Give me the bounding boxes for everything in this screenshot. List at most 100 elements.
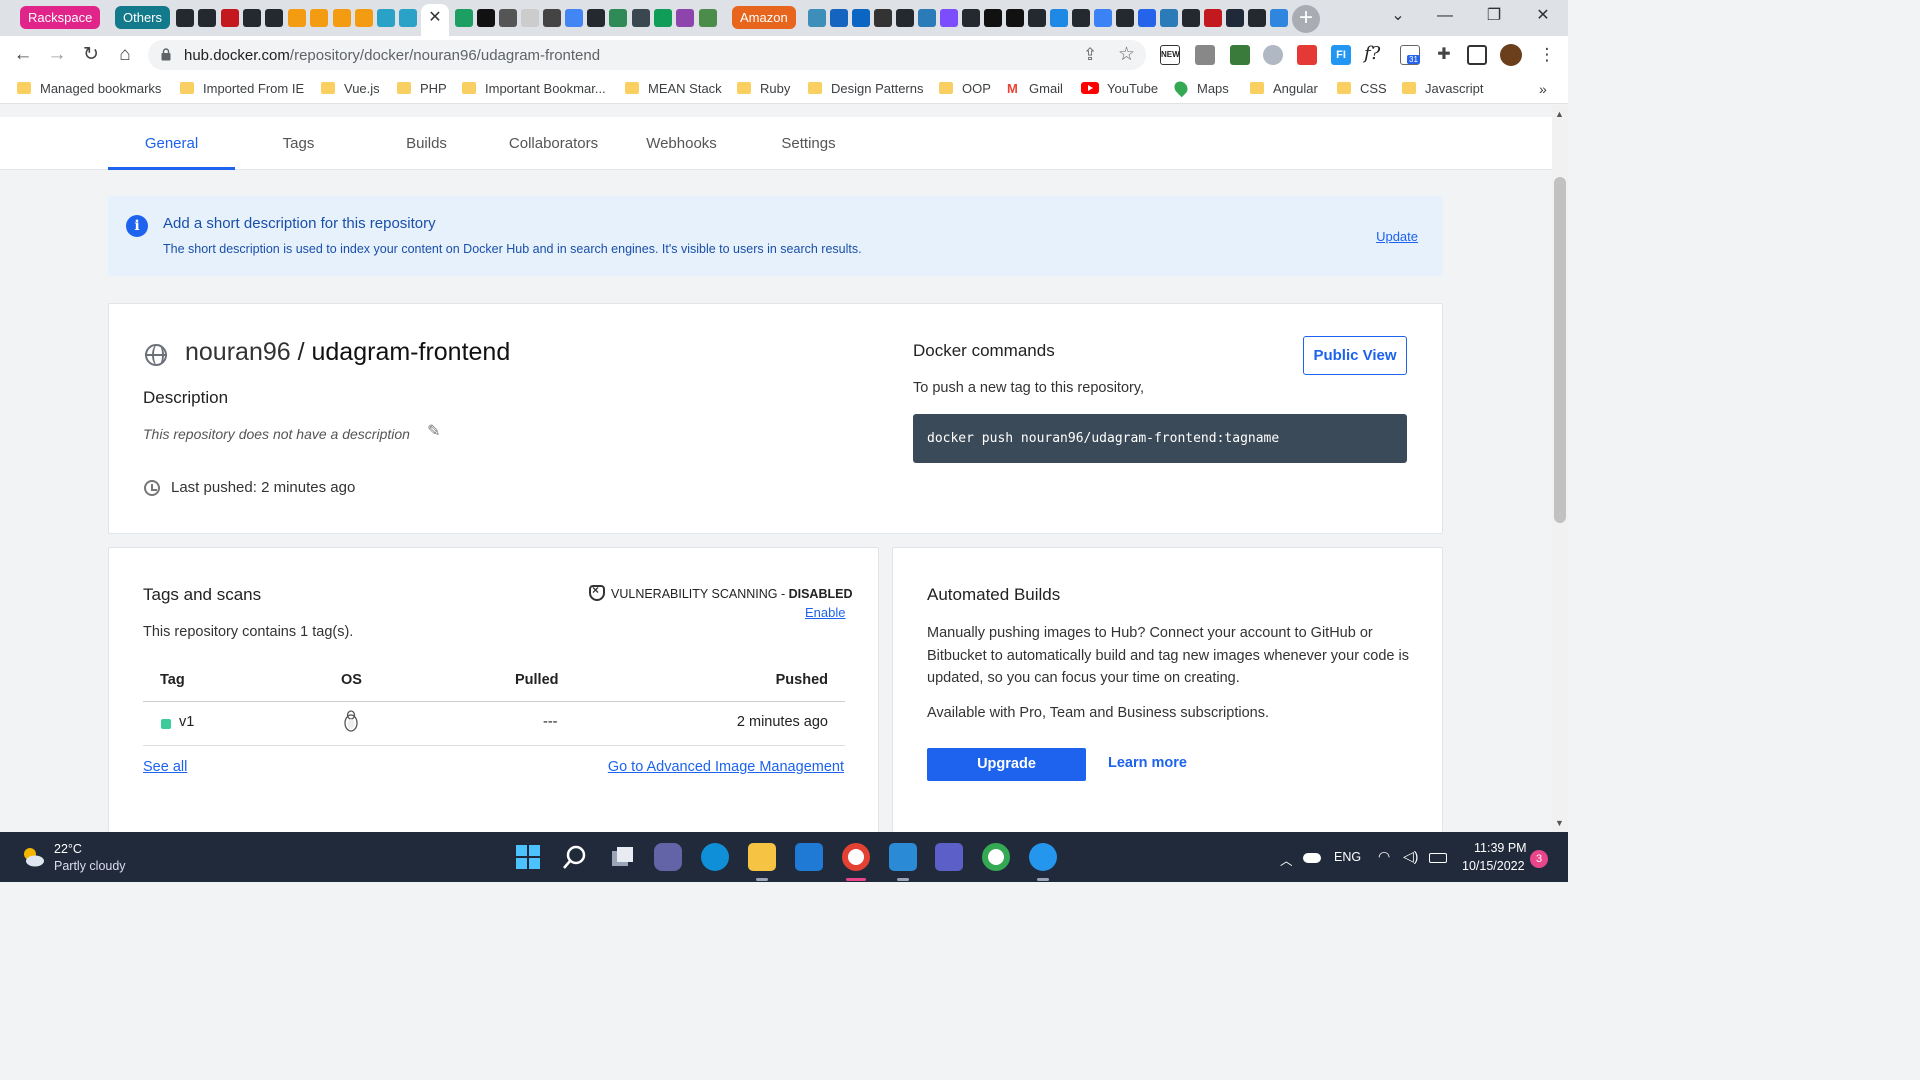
github-tab-icon[interactable] <box>1028 9 1046 27</box>
formula-extension-icon[interactable]: f? <box>1364 45 1384 65</box>
hex-tab-icon[interactable] <box>1138 9 1156 27</box>
bookmark-mean-stack[interactable]: MEAN Stack <box>625 81 722 96</box>
forward-arrow-icon[interactable]: → <box>46 44 68 66</box>
bookmark-maps[interactable]: Maps <box>1171 78 1229 98</box>
bookmark-vuejs[interactable]: Vue.js <box>321 81 380 96</box>
bookmark-important[interactable]: Important Bookmar... <box>462 81 606 96</box>
browser-menu-icon[interactable]: ⋮ <box>1536 44 1558 66</box>
tab-group-amazon[interactable]: Amazon <box>732 6 796 29</box>
docker-desktop-icon[interactable] <box>1029 843 1057 871</box>
volume-icon[interactable]: ◁) <box>1403 848 1418 865</box>
bookmark-gmail[interactable]: M Gmail <box>1007 81 1063 96</box>
see-all-link[interactable]: See all <box>143 759 187 775</box>
bookmark-youtube[interactable]: YouTube <box>1081 81 1158 96</box>
enable-scanning-link[interactable]: Enable <box>805 605 845 620</box>
pen-tab-icon[interactable] <box>676 9 694 27</box>
tag-name[interactable]: v1 <box>179 714 194 730</box>
new-tab-button[interactable]: + <box>1292 5 1320 33</box>
tab-webhooks[interactable]: Webhooks <box>618 135 745 152</box>
tab-tags[interactable]: Tags <box>235 135 362 152</box>
scroll-up-arrow-icon[interactable]: ▲ <box>1555 109 1564 119</box>
link-tab-icon[interactable] <box>699 9 717 27</box>
shield-tab-icon[interactable] <box>654 9 672 27</box>
task-view-icon[interactable] <box>608 843 636 871</box>
edge-tab-icon[interactable] <box>355 9 373 27</box>
settings-tab-icon[interactable] <box>1226 9 1244 27</box>
dev-tab-icon[interactable] <box>399 9 417 27</box>
github-tab-icon[interactable] <box>265 9 283 27</box>
profile-avatar[interactable] <box>1500 44 1522 66</box>
github-tab-icon[interactable] <box>1248 9 1266 27</box>
chatgpt-tab-icon[interactable] <box>455 9 473 27</box>
clock-time[interactable]: 11:39 PM <box>1474 841 1527 855</box>
edge-tab-icon[interactable] <box>310 9 328 27</box>
vscode-icon[interactable] <box>889 843 917 871</box>
tab-builds[interactable]: Builds <box>363 135 490 152</box>
update-link[interactable]: Update <box>1376 229 1418 244</box>
table-row[interactable]: v1 --- 2 minutes ago <box>143 702 845 746</box>
firefox-tab-icon[interactable] <box>1270 9 1288 27</box>
medium-tab-icon[interactable] <box>477 9 495 27</box>
notification-badge[interactable]: 3 <box>1530 850 1548 868</box>
wifi-icon[interactable]: ◠ <box>1378 848 1390 865</box>
teams-icon[interactable] <box>935 843 963 871</box>
github-tab-icon[interactable] <box>176 9 194 27</box>
camera-extension-icon[interactable] <box>1195 45 1215 65</box>
bookmark-design-patterns[interactable]: Design Patterns <box>808 81 924 96</box>
battery-icon[interactable] <box>1429 853 1447 863</box>
teams-chat-icon[interactable] <box>654 843 682 871</box>
docker-push-command[interactable]: docker push nouran96/udagram-frontend:ta… <box>913 414 1407 463</box>
onedrive-icon[interactable] <box>1303 853 1321 863</box>
new-badge-extension-icon[interactable]: NEW <box>1160 45 1180 65</box>
reload-icon[interactable]: ↻ <box>80 44 102 66</box>
github-tab-icon[interactable] <box>962 9 980 27</box>
circle-tab-icon[interactable] <box>632 9 650 27</box>
bookmark-managed[interactable]: Managed bookmarks <box>17 81 161 96</box>
bookmark-oop[interactable]: OOP <box>939 81 991 96</box>
tab-settings[interactable]: Settings <box>745 135 872 152</box>
public-view-button[interactable]: Public View <box>1303 336 1407 375</box>
picker-extension-icon[interactable] <box>1230 45 1250 65</box>
advanced-image-management-link[interactable]: Go to Advanced Image Management <box>608 759 844 775</box>
drive-tab-icon[interactable] <box>565 9 583 27</box>
dev-tab-icon[interactable] <box>377 9 395 27</box>
back-arrow-icon[interactable]: ← <box>12 44 34 66</box>
bookmark-css[interactable]: CSS <box>1337 81 1387 96</box>
partly-cloudy-icon[interactable] <box>20 844 46 870</box>
github-tab-icon[interactable] <box>1116 9 1134 27</box>
globe-tab-icon[interactable] <box>499 9 517 27</box>
home-icon[interactable]: ⌂ <box>114 44 136 66</box>
github-tab-icon[interactable] <box>1182 9 1200 27</box>
tab-group-others[interactable]: Others <box>115 6 171 29</box>
search-icon[interactable] <box>561 843 589 871</box>
extensions-puzzle-icon[interactable]: ✚ <box>1434 45 1454 65</box>
edge-icon[interactable] <box>701 843 729 871</box>
mail-icon[interactable] <box>795 843 823 871</box>
edge-tab-icon[interactable] <box>333 9 351 27</box>
dev-to-tab-icon[interactable] <box>1006 9 1024 27</box>
github-tab-icon[interactable] <box>198 9 216 27</box>
monitor-tab-icon[interactable] <box>918 9 936 27</box>
close-window-button[interactable]: ✕ <box>1520 0 1566 34</box>
weather-description[interactable]: Partly cloudy <box>54 859 126 873</box>
laracasts-tab-icon[interactable] <box>221 9 239 27</box>
learn-more-link[interactable]: Learn more <box>1108 755 1187 771</box>
scroll-thumb[interactable] <box>1554 177 1566 523</box>
share-icon[interactable]: ⇪ <box>1083 45 1097 65</box>
chrome-profile-icon[interactable] <box>982 843 1010 871</box>
shield-extension-icon[interactable] <box>1263 45 1283 65</box>
bookmark-imported-ie[interactable]: Imported From IE <box>180 81 304 96</box>
translate-tab-icon[interactable] <box>1094 9 1112 27</box>
gear-tab-icon[interactable] <box>609 9 627 27</box>
address-bar[interactable]: hub.docker.com/repository/docker/nouran9… <box>148 40 1146 70</box>
bookmark-php[interactable]: PHP <box>397 81 447 96</box>
restore-button[interactable]: ❐ <box>1471 0 1517 34</box>
edge-tab-icon[interactable] <box>288 9 306 27</box>
letter-l-tab-icon[interactable] <box>830 9 848 27</box>
tab-search-chevron-icon[interactable]: ⌄ <box>1375 0 1421 34</box>
upgrade-button[interactable]: Upgrade <box>927 748 1086 781</box>
page-scrollbar[interactable]: ▲ ▼ <box>1552 105 1568 832</box>
edit-pencil-icon[interactable]: ✎ <box>427 421 440 441</box>
code-tab-icon[interactable] <box>984 9 1002 27</box>
tray-overflow-chevron-icon[interactable]: ︿ <box>1280 850 1293 869</box>
